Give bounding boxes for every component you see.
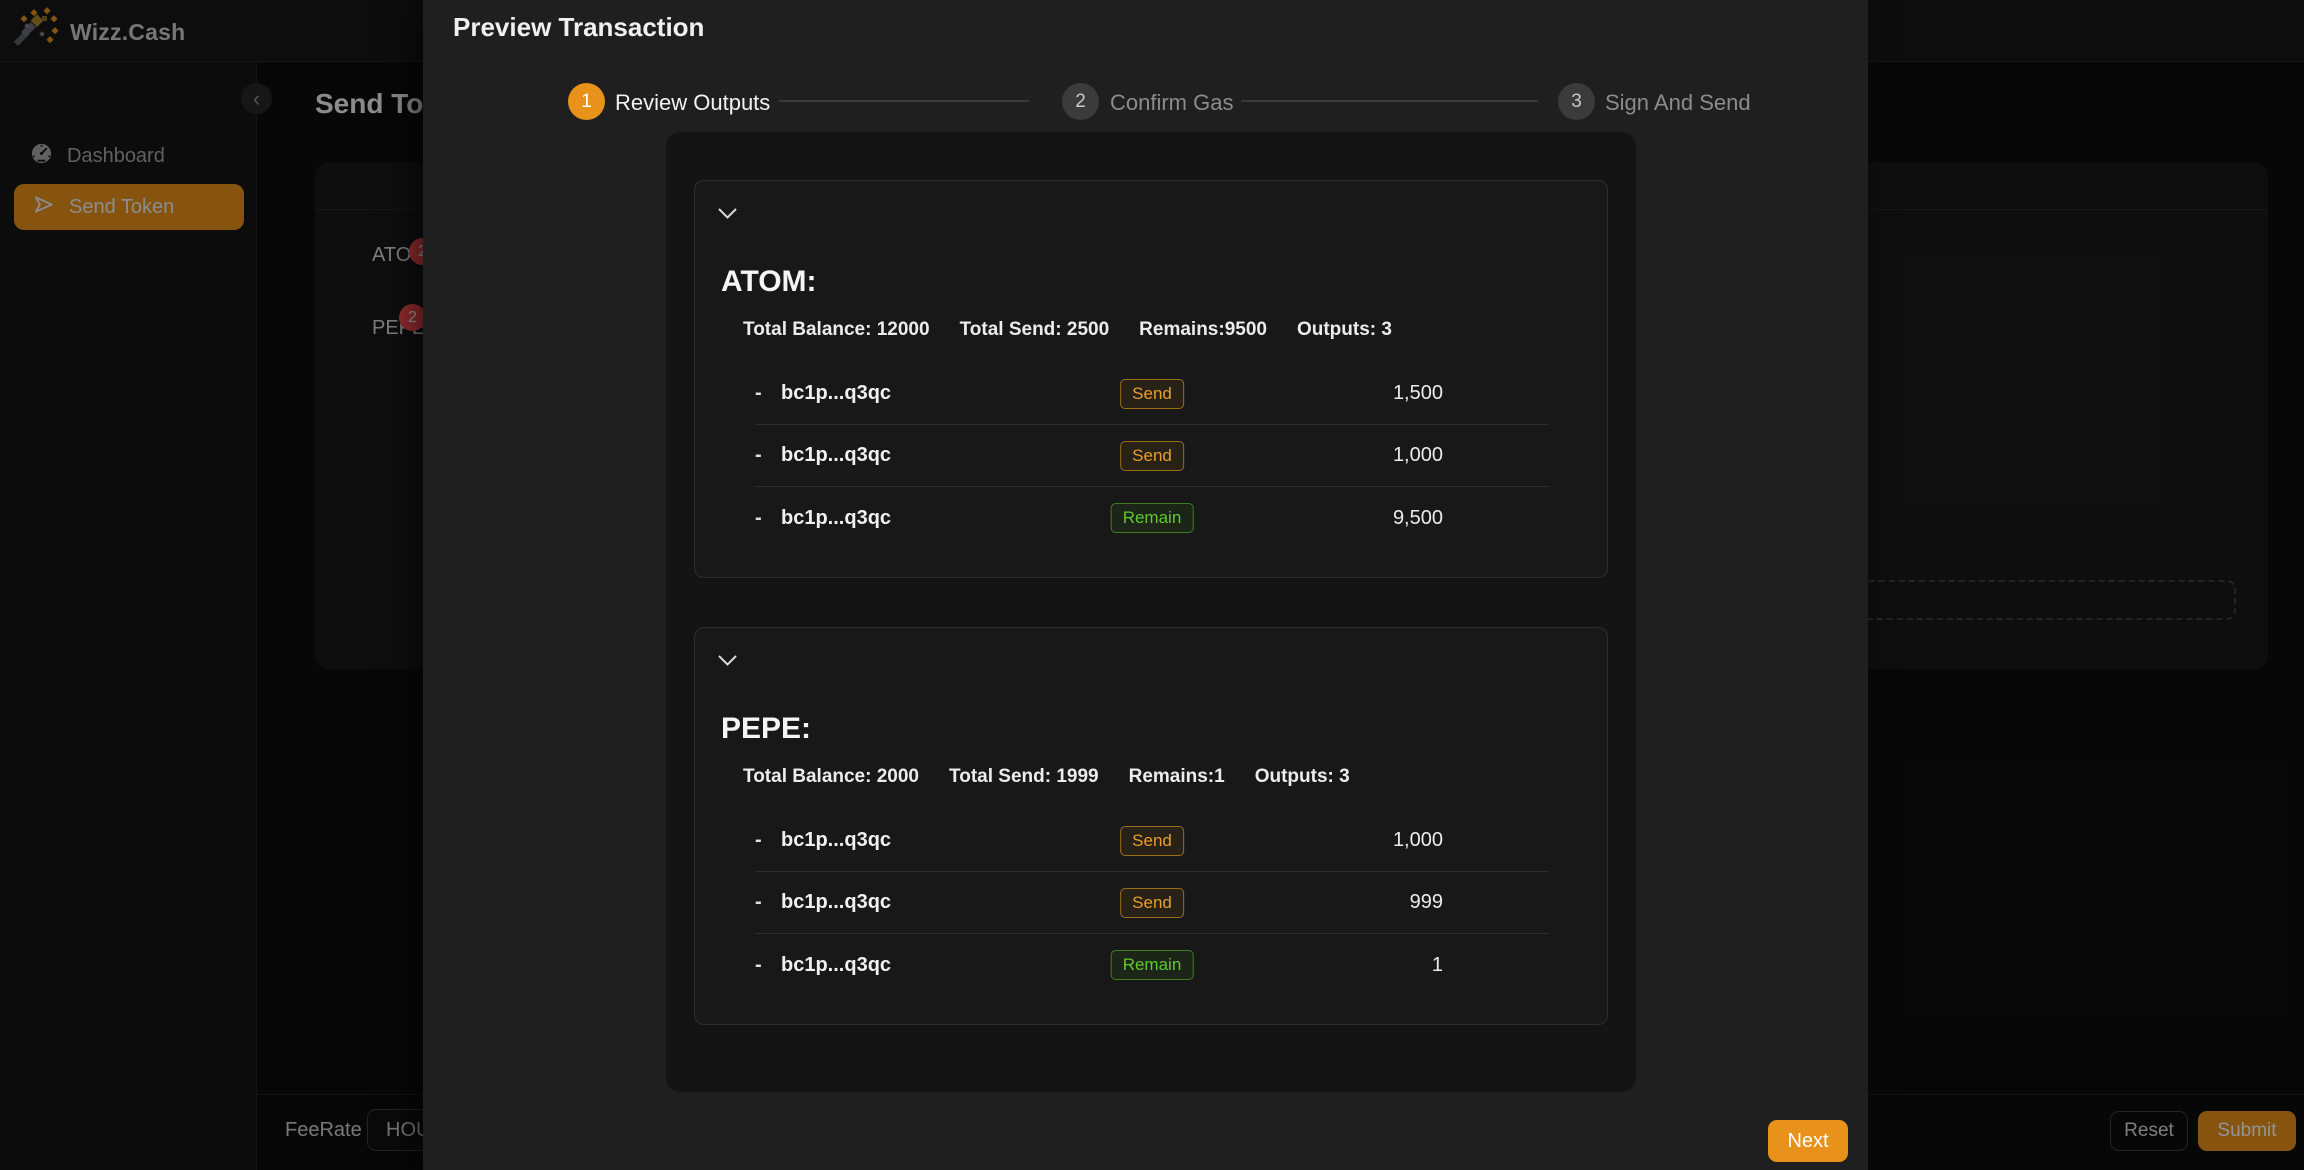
step-3-circle: 3 xyxy=(1558,83,1595,120)
output-amount: 9,500 xyxy=(1393,507,1549,530)
step-1-label: Review Outputs xyxy=(615,90,770,116)
output-row: - bc1p...q3qc Remain 1 xyxy=(755,934,1549,996)
row-bullet: - xyxy=(755,891,781,914)
output-amount: 1,000 xyxy=(1393,829,1549,852)
chevron-down-icon[interactable] xyxy=(717,207,738,225)
output-address: bc1p...q3qc xyxy=(781,891,891,914)
send-tag: Send xyxy=(1120,826,1184,856)
output-amount: 1,500 xyxy=(1393,382,1549,405)
remain-tag: Remain xyxy=(1111,950,1194,980)
output-row: - bc1p...q3qc Send 1,000 xyxy=(755,425,1549,487)
stat-total-send: Total Send: 1999 xyxy=(949,766,1099,788)
step-2-label: Confirm Gas xyxy=(1110,90,1233,116)
preview-transaction-modal: Preview Transaction 1 Review Outputs 2 C… xyxy=(423,0,1868,1170)
output-list: - bc1p...q3qc Send 1,000 - bc1p...q3qc S… xyxy=(755,810,1549,996)
row-bullet: - xyxy=(755,507,781,530)
token-heading: PEPE: xyxy=(721,712,811,746)
next-button[interactable]: Next xyxy=(1768,1120,1848,1162)
output-row: - bc1p...q3qc Send 1,500 xyxy=(755,363,1549,425)
stat-outputs: Outputs: 3 xyxy=(1255,766,1350,788)
stat-total-balance: Total Balance: 12000 xyxy=(743,319,930,341)
stat-total-send: Total Send: 2500 xyxy=(960,319,1110,341)
row-bullet: - xyxy=(755,444,781,467)
stat-remains: Remains:9500 xyxy=(1139,319,1267,341)
output-row: - bc1p...q3qc Send 999 xyxy=(755,872,1549,934)
output-address: bc1p...q3qc xyxy=(781,954,891,977)
send-tag: Send xyxy=(1120,888,1184,918)
send-tag: Send xyxy=(1120,441,1184,471)
output-amount: 1 xyxy=(1432,954,1549,977)
row-bullet: - xyxy=(755,829,781,852)
output-row: - bc1p...q3qc Remain 9,500 xyxy=(755,487,1549,549)
output-address: bc1p...q3qc xyxy=(781,382,891,405)
token-card-atom: ATOM: Total Balance: 12000 Total Send: 2… xyxy=(694,180,1608,578)
stat-remains: Remains:1 xyxy=(1129,766,1225,788)
stat-total-balance: Total Balance: 2000 xyxy=(743,766,919,788)
token-stats: Total Balance: 2000 Total Send: 1999 Rem… xyxy=(743,766,1350,788)
send-tag: Send xyxy=(1120,379,1184,409)
token-stats: Total Balance: 12000 Total Send: 2500 Re… xyxy=(743,319,1392,341)
remain-tag: Remain xyxy=(1111,503,1194,533)
output-row: - bc1p...q3qc Send 1,000 xyxy=(755,810,1549,872)
chevron-down-icon[interactable] xyxy=(717,654,738,672)
modal-title: Preview Transaction xyxy=(453,12,704,43)
step-1-circle: 1 xyxy=(568,83,605,120)
row-bullet: - xyxy=(755,382,781,405)
token-heading: ATOM: xyxy=(721,265,817,299)
output-amount: 1,000 xyxy=(1393,444,1549,467)
step-connector xyxy=(1241,100,1538,102)
output-address: bc1p...q3qc xyxy=(781,829,891,852)
step-2-circle: 2 xyxy=(1062,83,1099,120)
output-list: - bc1p...q3qc Send 1,500 - bc1p...q3qc S… xyxy=(755,363,1549,549)
row-bullet: - xyxy=(755,954,781,977)
stat-outputs: Outputs: 3 xyxy=(1297,319,1392,341)
step-connector xyxy=(779,100,1029,102)
output-address: bc1p...q3qc xyxy=(781,507,891,530)
token-card-pepe: PEPE: Total Balance: 2000 Total Send: 19… xyxy=(694,627,1608,1025)
step-3-label: Sign And Send xyxy=(1605,90,1751,116)
outputs-wrapper: ATOM: Total Balance: 12000 Total Send: 2… xyxy=(666,132,1636,1092)
output-address: bc1p...q3qc xyxy=(781,444,891,467)
output-amount: 999 xyxy=(1410,891,1549,914)
